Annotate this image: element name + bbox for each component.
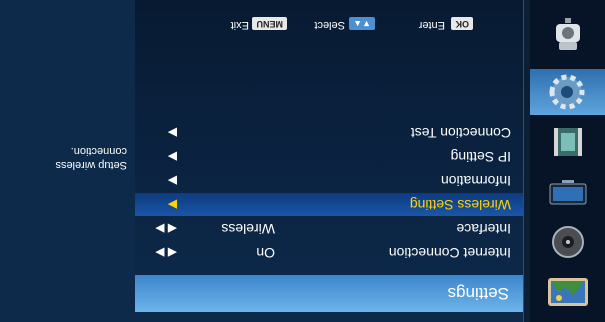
menu-key-badge: MENU xyxy=(252,17,287,30)
photo-icon[interactable] xyxy=(539,272,597,312)
settings-panel: Settings Internet Connection On ◀ ▶ Inte… xyxy=(134,0,524,322)
menu-item-connection-test[interactable]: Connection Test ▶ xyxy=(135,121,523,144)
menu-item-wireless-setting[interactable]: Wireless Setting ▶ xyxy=(135,193,523,216)
exit-hint: Exit xyxy=(230,19,249,31)
right-arrow-icon[interactable]: ▶ xyxy=(168,145,177,168)
left-right-arrows-icon[interactable]: ◀ ▶ xyxy=(155,217,177,240)
select-arrows-icon: ▼▲ xyxy=(349,17,375,30)
menu-item-label: Wireless Setting xyxy=(409,197,511,213)
menu-item-label: Internet Connection xyxy=(388,245,511,261)
select-hint: Select xyxy=(314,19,345,31)
page-title: Settings xyxy=(135,275,523,312)
right-arrow-icon[interactable]: ▶ xyxy=(168,193,177,216)
right-arrow-icon[interactable]: ▶ xyxy=(168,169,177,192)
gear-icon[interactable] xyxy=(530,69,605,115)
menu-item-label: Information xyxy=(440,173,511,189)
menu-item-value: Wireless xyxy=(221,221,275,237)
music-disc-icon[interactable] xyxy=(539,222,597,262)
description-panel: Setup wireless connection. xyxy=(0,0,135,322)
settings-screen: Settings Internet Connection On ◀ ▶ Inte… xyxy=(0,0,605,322)
tv-icon[interactable] xyxy=(539,172,597,212)
ok-key-badge: OK xyxy=(451,17,473,30)
item-description: Setup wireless connection. xyxy=(55,145,127,171)
left-right-arrows-icon[interactable]: ◀ ▶ xyxy=(155,241,177,264)
menu-item-ip-setting[interactable]: IP Setting ▶ xyxy=(135,145,523,168)
menu-item-value: On xyxy=(256,245,275,261)
menu-item-internet-connection[interactable]: Internet Connection On ◀ ▶ xyxy=(135,241,523,264)
menu-item-information[interactable]: Information ▶ xyxy=(135,169,523,192)
menu-item-label: Interface xyxy=(456,221,511,237)
menu-item-label: IP Setting xyxy=(450,149,511,165)
menu-item-interface[interactable]: Interface Wireless ◀ ▶ xyxy=(135,217,523,240)
icon-rail xyxy=(530,0,605,322)
movie-icon[interactable] xyxy=(539,122,597,162)
right-arrow-icon[interactable]: ▶ xyxy=(168,121,177,144)
menu-item-label: Connection Test xyxy=(410,125,511,141)
camera-icon[interactable] xyxy=(539,14,597,54)
enter-hint: Enter xyxy=(418,19,445,31)
key-hint-bar: OK Enter ▼▲ Select MENU Exit xyxy=(135,12,523,34)
